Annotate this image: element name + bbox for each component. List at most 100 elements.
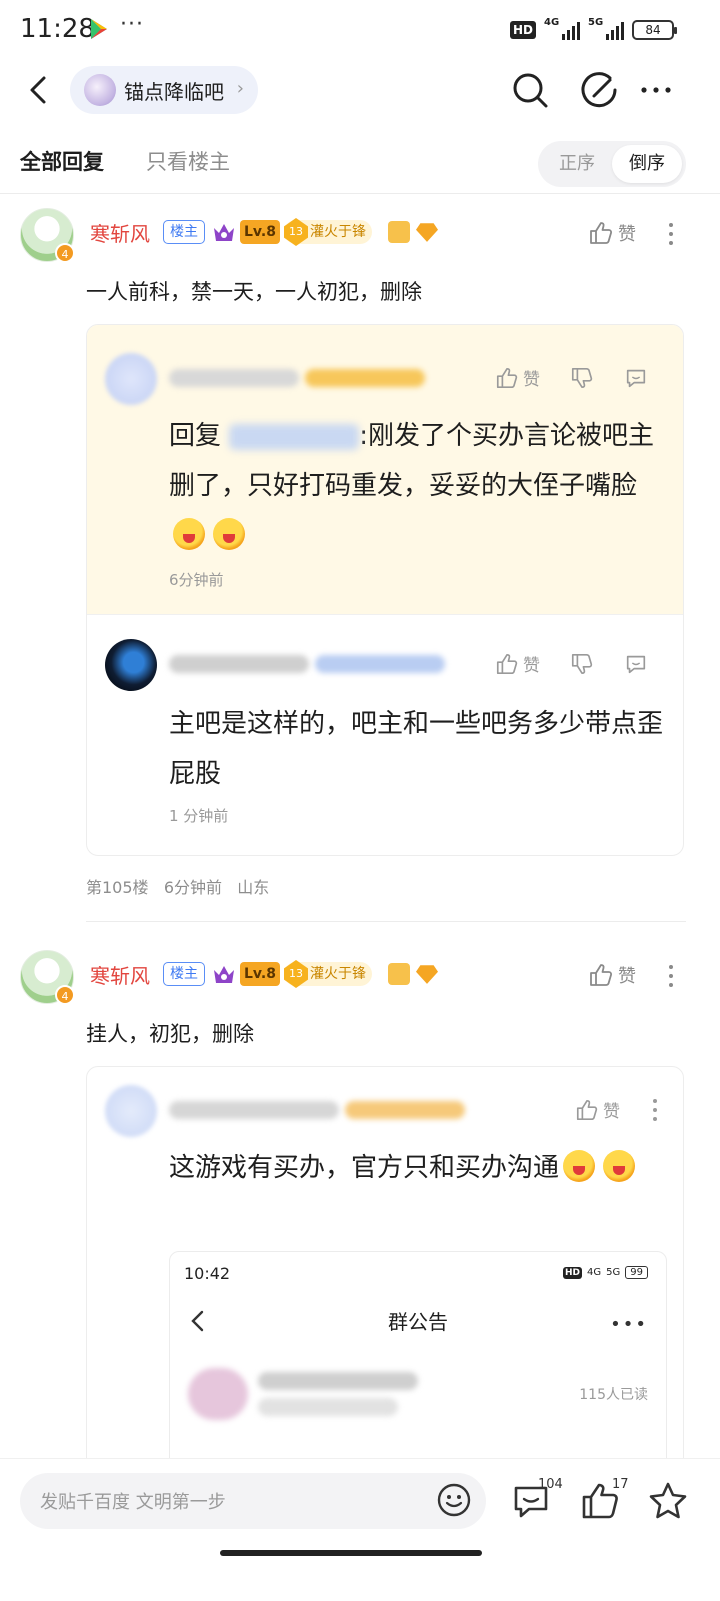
- post-content: 挂人，初犯，删除: [86, 1022, 254, 1046]
- level-badge: Lv.8: [240, 962, 280, 986]
- comment-count: 104: [538, 1477, 563, 1492]
- tab-all-replies[interactable]: 全部回复: [20, 146, 104, 176]
- more-icon[interactable]: [636, 70, 676, 110]
- reply-tabs: 全部回复 只看楼主 正序 倒序: [0, 136, 720, 194]
- author-name[interactable]: 寒斩风: [90, 960, 150, 989]
- like-count: 17: [612, 1477, 629, 1492]
- thumb-up-icon: [496, 367, 518, 388]
- reply-text: 主吧是这样的，吧主和一些吧务多少带点歪屁股: [169, 709, 664, 789]
- home-indicator[interactable]: [220, 1550, 482, 1556]
- status-time: 11:28: [20, 14, 95, 44]
- reply-avatar[interactable]: [105, 639, 157, 691]
- reply-actions: 赞: [495, 365, 648, 390]
- author-avatar[interactable]: 4: [20, 208, 75, 263]
- reply-text: 回复 :刚发了个买办言论被吧主删了，只好打码重发，妥妥的大侄子嘴脸: [169, 411, 669, 561]
- post-floor: 4 寒斩风 楼主 Lv.8 13 灌火于锋 赞 一人前科，禁一天，一人初犯，删除: [0, 196, 720, 922]
- author-name[interactable]: 寒斩风: [90, 218, 150, 247]
- crown-icon: [214, 966, 234, 983]
- like-button[interactable]: 赞: [588, 962, 636, 988]
- thumb-down-icon[interactable]: [570, 652, 594, 676]
- star-icon[interactable]: [646, 1479, 690, 1523]
- floor-time: 6分钟前: [163, 878, 222, 897]
- hd-icon: HD: [509, 21, 536, 39]
- author-avatar[interactable]: 4: [20, 950, 75, 1005]
- reply-author-blurred: [169, 369, 299, 387]
- emoji-icon: [213, 518, 245, 550]
- reply-badge-blurred: [305, 369, 425, 387]
- mentioned-user-blurred: [229, 423, 360, 450]
- embedded-screenshot[interactable]: 10:42 HD 4G 5G 99 群公告 ••• 115人已读: [169, 1251, 667, 1485]
- title-badge-text: 灌火于锋: [310, 224, 366, 240]
- edit-icon[interactable]: [580, 70, 620, 110]
- reply-author-blurred: [169, 1101, 339, 1119]
- diamond-badge-icon: [416, 223, 438, 242]
- thumb-up-icon: [590, 222, 613, 244]
- nav-bar: 锚点降临吧 ›: [0, 62, 720, 118]
- comment-icon[interactable]: [624, 366, 648, 390]
- more-vertical-icon[interactable]: [666, 222, 676, 246]
- forum-pill[interactable]: 锚点降临吧 ›: [70, 66, 258, 114]
- floor-info: 第105楼 6分钟前 山东: [86, 874, 269, 898]
- signal-icon-5g: 5G: [606, 1267, 621, 1278]
- status-right: HD 4G 5G 84: [509, 17, 677, 43]
- reply-item[interactable]: 赞 这游戏有买办，官方只和买办沟通 10:42 HD 4G 5G 99 群公告 …: [87, 1067, 683, 1485]
- reply-list: 赞 回复 :刚发了个买办言论被吧主删了，只好打码重发，妥妥的大侄子嘴脸 6分钟前: [86, 324, 684, 856]
- more-icon: •••: [610, 1314, 648, 1335]
- embed-author-blurred: [258, 1372, 418, 1390]
- sort-asc-button[interactable]: 正序: [542, 145, 612, 183]
- embed-sub-blurred: [258, 1398, 398, 1416]
- post-floor: 4 寒斩风 楼主 Lv.8 13 灌火于锋 赞 挂人，初犯，删除 赞 这游戏有买…: [0, 938, 720, 1486]
- more-vertical-icon[interactable]: [666, 964, 676, 988]
- reply-input-placeholder: 发贴千百度 文明第一步: [40, 1492, 226, 1513]
- title-badge: 13 灌火于锋: [284, 218, 372, 246]
- reply-like-button[interactable]: 赞: [495, 365, 540, 390]
- play-store-icon: [91, 19, 107, 39]
- reply-list: 赞 这游戏有买办，官方只和买办沟通 10:42 HD 4G 5G 99 群公告 …: [86, 1066, 684, 1486]
- back-icon[interactable]: [24, 70, 54, 110]
- reply-item[interactable]: 赞 回复 :刚发了个买办言论被吧主删了，只好打码重发，妥妥的大侄子嘴脸 6分钟前: [87, 325, 683, 615]
- emoji-picker-icon[interactable]: [436, 1482, 472, 1518]
- tab-owner-only[interactable]: 只看楼主: [146, 146, 230, 176]
- reply-avatar[interactable]: [105, 1085, 157, 1137]
- reply-avatar[interactable]: [105, 353, 157, 405]
- more-vertical-icon[interactable]: [650, 1098, 660, 1122]
- reply-like-button[interactable]: 赞: [495, 651, 540, 676]
- comment-icon[interactable]: [624, 652, 648, 676]
- thumb-down-icon[interactable]: [570, 366, 594, 390]
- info-badge-icon: [388, 963, 410, 985]
- battery-icon: 99: [625, 1266, 648, 1279]
- reply-input[interactable]: 发贴千百度 文明第一步: [20, 1473, 486, 1529]
- title-badge-number: 13: [284, 960, 308, 988]
- reply-item[interactable]: 赞 主吧是这样的，吧主和一些吧务多少带点歪屁股 1 分钟前: [87, 615, 683, 855]
- reply-time: 6分钟前: [169, 571, 224, 589]
- owner-tag: 楼主: [163, 220, 205, 244]
- like-button[interactable]: 赞: [588, 220, 636, 246]
- like-label: 赞: [618, 224, 636, 245]
- emoji-icon: [563, 1150, 596, 1182]
- search-icon[interactable]: [510, 70, 550, 110]
- level-badge: Lv.8: [240, 220, 280, 244]
- forum-name: 锚点降临吧: [124, 79, 224, 104]
- sort-desc-button[interactable]: 倒序: [612, 145, 682, 183]
- chevron-right-icon: ›: [236, 78, 244, 99]
- title-badge-text: 灌火于锋: [310, 966, 366, 982]
- status-bar: 11:28 ··· HD 4G 5G 84: [0, 0, 720, 60]
- reply-badge-blurred: [345, 1101, 465, 1119]
- post-content: 一人前科，禁一天，一人初犯，删除: [86, 280, 422, 304]
- reply-like-button[interactable]: 赞: [575, 1097, 620, 1122]
- owner-tag: 楼主: [163, 962, 205, 986]
- signal-icon-4g: 4G: [587, 1267, 602, 1278]
- divider: [86, 921, 686, 922]
- emoji-icon: [603, 1150, 636, 1182]
- reply-text: 这游戏有买办，官方只和买办沟通: [169, 1143, 669, 1193]
- avatar-badge: 4: [55, 985, 75, 1005]
- thumb-up-icon: [590, 964, 613, 986]
- avatar-badge: 4: [55, 243, 75, 263]
- title-badge-number: 13: [284, 218, 308, 246]
- reply-actions: 赞: [495, 651, 648, 676]
- reply-badge-blurred: [315, 655, 445, 673]
- embed-avatar-blurred: [188, 1368, 248, 1420]
- status-more-icon: ···: [120, 12, 144, 37]
- crown-icon: [214, 224, 234, 241]
- reply-time: 1 分钟前: [169, 807, 229, 825]
